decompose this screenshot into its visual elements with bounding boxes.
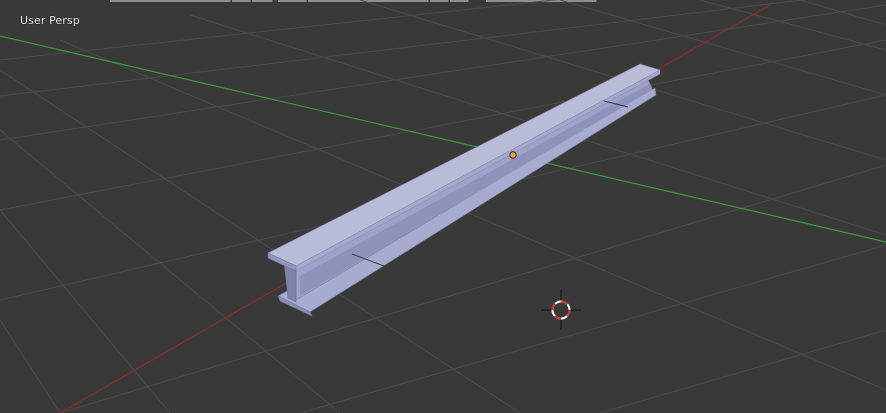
- object-origin-icon[interactable]: [509, 151, 517, 159]
- 3d-viewport[interactable]: User Persp: [0, 0, 886, 413]
- view-mode-label: User Persp: [20, 14, 80, 27]
- scene-canvas[interactable]: [0, 0, 886, 413]
- 3d-cursor-icon[interactable]: [541, 290, 581, 330]
